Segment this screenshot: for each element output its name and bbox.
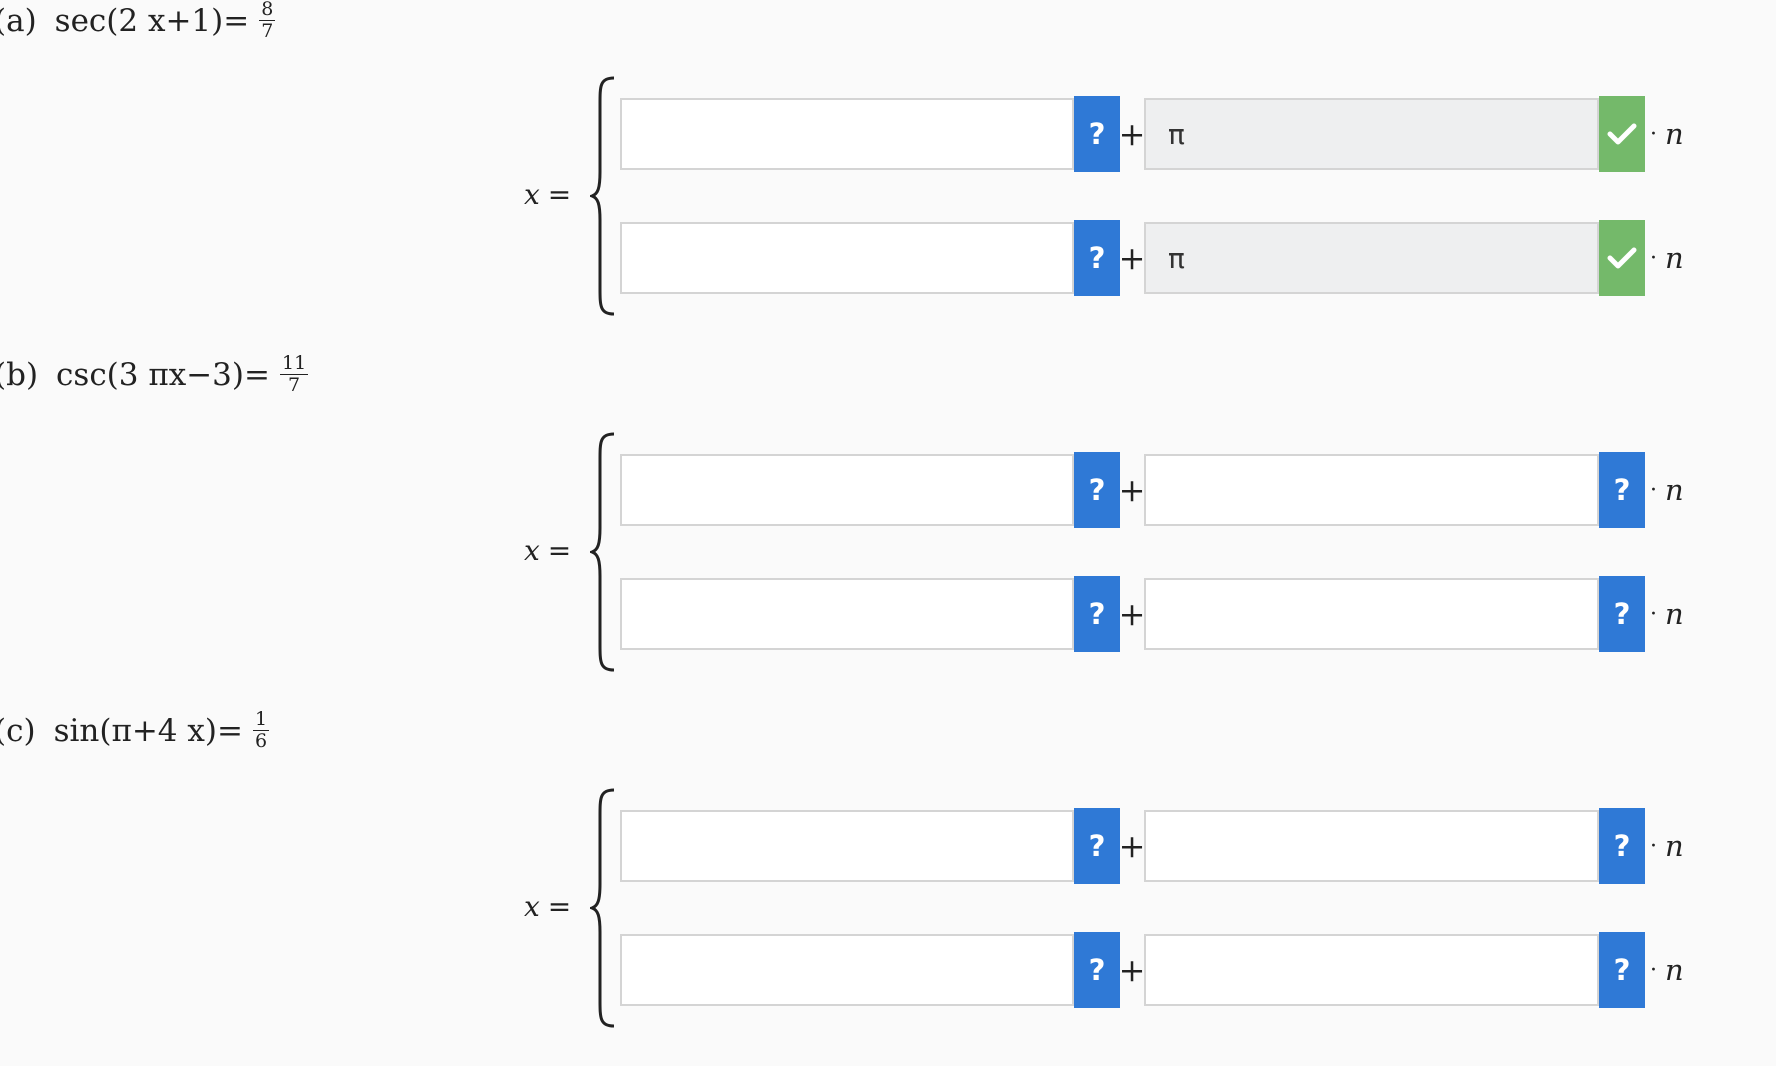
answer-field-offset[interactable] (620, 578, 1074, 650)
curly-brace (590, 432, 615, 672)
answer-field-period[interactable] (1144, 934, 1599, 1006)
curly-brace (590, 76, 615, 316)
multiply-dot: · (1650, 121, 1657, 147)
help-button[interactable]: ? (1074, 220, 1120, 296)
problem-label: (a) sec(2 x+1)= 8 7 (0, 0, 276, 42)
n-variable: n (1665, 953, 1684, 987)
fraction: 1 6 (252, 708, 270, 752)
plus-sign: + (1118, 951, 1146, 989)
part-letter: (c) (0, 712, 36, 749)
fraction: 8 7 (259, 0, 276, 42)
answer-field-period[interactable]: π (1144, 98, 1599, 170)
multiply-dot: · (1650, 477, 1657, 503)
problem-label: (c) sin(π+4 x)= 1 6 (0, 708, 270, 752)
x-equals: x = (524, 178, 571, 211)
n-variable: n (1665, 473, 1684, 507)
answer-field-offset[interactable] (620, 934, 1074, 1006)
plus-sign: + (1118, 827, 1146, 865)
solution-row: ? + ? · n (620, 932, 1720, 1010)
question-mark-icon: ? (1613, 953, 1631, 987)
equals-sign: = (547, 534, 572, 567)
correct-button[interactable] (1599, 96, 1645, 172)
plus-sign: + (1118, 595, 1146, 633)
question-mark-icon: ? (1088, 597, 1106, 631)
solution-row: ? + ? · n (620, 452, 1720, 530)
n-variable: n (1665, 241, 1684, 275)
problem-b: (b) csc(3 πx−3)= 11 7 x= ? + ? ·n ? + ? … (0, 354, 1776, 710)
x-variable: x (524, 890, 540, 923)
fraction-numerator: 11 (279, 352, 309, 375)
n-variable: n (1665, 829, 1684, 863)
answer-field-offset[interactable] (620, 222, 1074, 294)
solution-row: ? + ? · n (620, 576, 1720, 654)
x-variable: x (524, 178, 540, 211)
equation-text: sin(π+4 x)= (53, 712, 243, 749)
solution-row: ? + π · n (620, 96, 1720, 174)
help-button[interactable]: ? (1074, 96, 1120, 172)
answer-field-period[interactable]: π (1144, 222, 1599, 294)
multiply-dot: · (1650, 245, 1657, 271)
multiply-dot: · (1650, 957, 1657, 983)
equals-sign: = (547, 890, 572, 923)
fraction-denominator: 7 (288, 374, 301, 396)
multiply-dot: · (1650, 601, 1657, 627)
question-mark-icon: ? (1613, 829, 1631, 863)
answer-field-offset[interactable] (620, 454, 1074, 526)
plus-sign: + (1118, 239, 1146, 277)
help-button[interactable]: ? (1599, 932, 1645, 1008)
times-n: · n (1650, 810, 1684, 882)
x-equals: x = (524, 534, 571, 567)
solution-row: ? + ? · n (620, 808, 1720, 886)
help-button[interactable]: ? (1599, 808, 1645, 884)
check-icon (1607, 123, 1637, 145)
question-mark-icon: ? (1613, 597, 1631, 631)
help-button[interactable]: ? (1074, 452, 1120, 528)
answer-field-period[interactable] (1144, 578, 1599, 650)
plus-sign: + (1118, 471, 1146, 509)
multiply-dot: · (1650, 833, 1657, 859)
problem-label: (b) csc(3 πx−3)= 11 7 (0, 352, 309, 396)
equals-sign: = (547, 178, 572, 211)
answer-field-period[interactable] (1144, 810, 1599, 882)
times-n: · n (1650, 578, 1684, 650)
x-variable: x (524, 534, 540, 567)
answer-field-offset[interactable] (620, 810, 1074, 882)
plus-sign: + (1118, 115, 1146, 153)
equation-text: csc(3 πx−3)= (56, 356, 270, 393)
x-equals: x = (524, 890, 571, 923)
part-letter: (b) (0, 356, 39, 393)
help-button[interactable]: ? (1074, 808, 1120, 884)
question-mark-icon: ? (1088, 117, 1106, 151)
answer-field-period[interactable] (1144, 454, 1599, 526)
times-n: · n (1650, 934, 1684, 1006)
times-n: · n (1650, 98, 1684, 170)
part-letter: (a) (0, 2, 37, 39)
question-mark-icon: ? (1088, 829, 1106, 863)
help-button[interactable]: ? (1074, 932, 1120, 1008)
help-button[interactable]: ? (1074, 576, 1120, 652)
problem-c: (c) sin(π+4 x)= 1 6 x= ? + ? ·n ? + ? ·n (0, 710, 1776, 1066)
times-n: · n (1650, 454, 1684, 526)
question-mark-icon: ? (1088, 473, 1106, 507)
help-button[interactable]: ? (1599, 452, 1645, 528)
check-icon (1607, 247, 1637, 269)
fraction-denominator: 6 (254, 730, 268, 752)
times-n: · n (1650, 222, 1684, 294)
problem-a: (a) sec(2 x+1)= 8 7 x= ? + π ·n ? + π ·n (0, 0, 1776, 356)
fraction-numerator: 8 (259, 0, 276, 21)
question-mark-icon: ? (1088, 241, 1106, 275)
n-variable: n (1665, 117, 1684, 151)
question-mark-icon: ? (1613, 473, 1631, 507)
fraction-denominator: 7 (261, 20, 274, 42)
answer-field-offset[interactable] (620, 98, 1074, 170)
help-button[interactable]: ? (1599, 576, 1645, 652)
correct-button[interactable] (1599, 220, 1645, 296)
curly-brace (590, 788, 615, 1028)
fraction-numerator: 1 (252, 708, 270, 731)
n-variable: n (1665, 597, 1684, 631)
fraction: 11 7 (279, 352, 309, 396)
solution-row: ? + π · n (620, 220, 1720, 298)
question-mark-icon: ? (1088, 953, 1106, 987)
equation-text: sec(2 x+1)= (54, 2, 250, 39)
